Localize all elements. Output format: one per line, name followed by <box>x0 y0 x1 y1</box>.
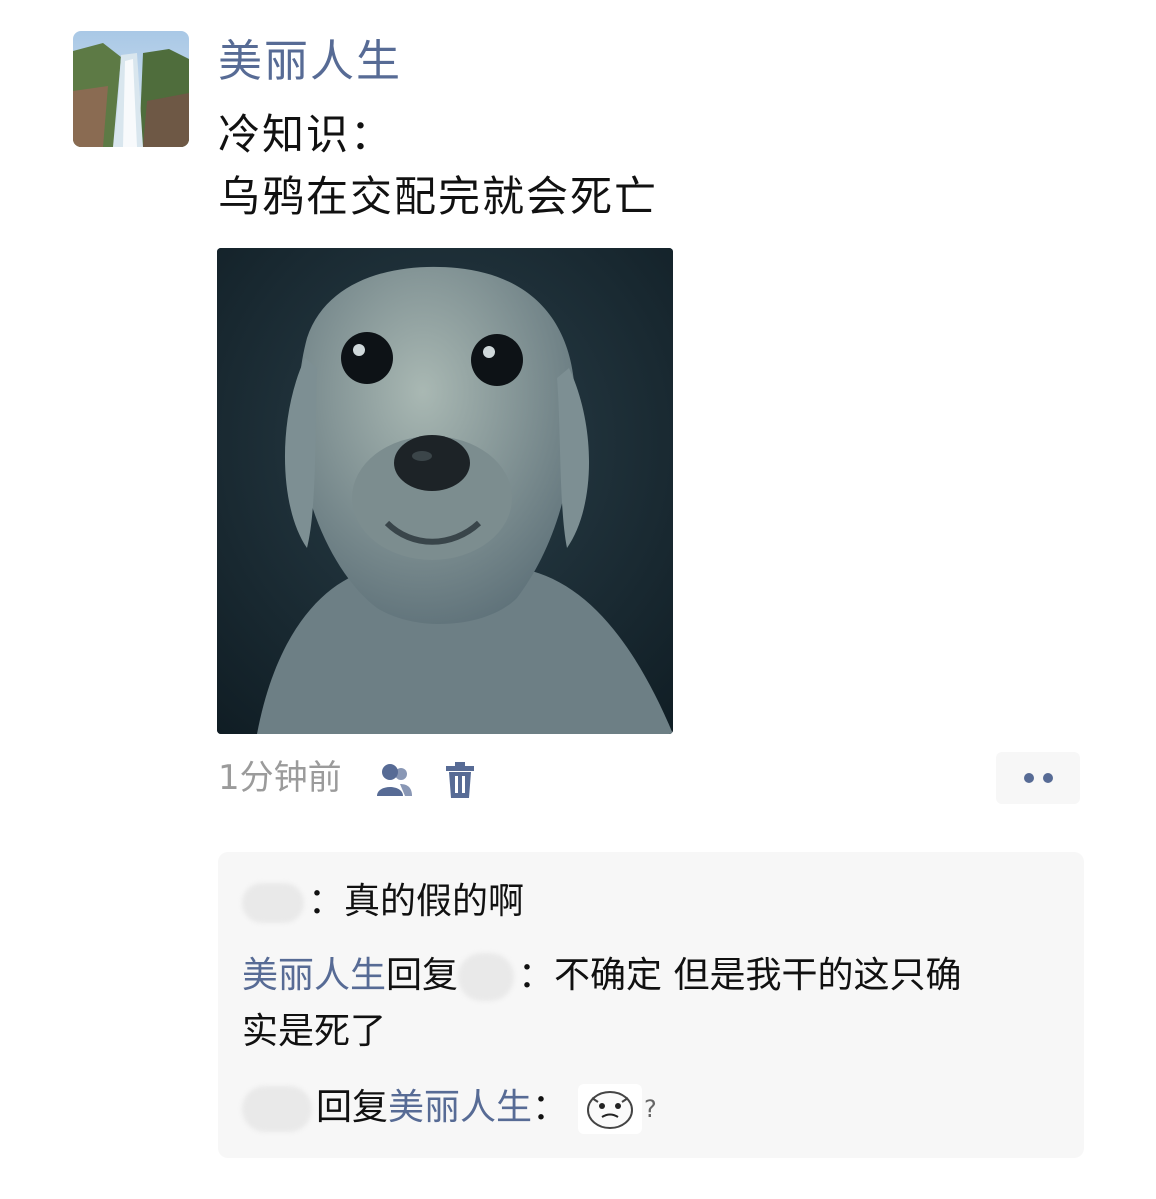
user-group-icon[interactable] <box>374 760 414 800</box>
reply-word: 回复 <box>316 1087 389 1128</box>
comment-text: ：不确定 但是我干的这只确 <box>518 955 962 996</box>
sticker-emoji[interactable] <box>578 1084 643 1134</box>
more-button[interactable] <box>996 752 1080 804</box>
comments-panel: ：真的假的啊 美丽人生回复 ：不确定 但是我干的这只确 实是死了 回复美丽人生：? <box>218 852 1084 1158</box>
post-image[interactable] <box>217 248 673 734</box>
redacted-username <box>242 1086 312 1132</box>
post-text: 冷知识： 乌鸦在交配完就会死亡 <box>218 104 658 228</box>
trash-icon[interactable] <box>442 760 482 800</box>
redacted-username <box>458 953 515 1001</box>
avatar[interactable] <box>73 31 189 147</box>
reply-word: 回复 <box>386 955 459 996</box>
question-mark: ? <box>644 1095 657 1123</box>
comment-item[interactable]: ：真的假的啊 <box>242 874 524 930</box>
post-author-name[interactable]: 美丽人生 <box>218 34 402 90</box>
comment-text: ：真的假的啊 <box>308 881 525 922</box>
post-timestamp: 1分钟前 <box>218 758 342 798</box>
post-text-line: 乌鸦在交配完就会死亡 <box>218 172 659 221</box>
comment-text: ： <box>532 1087 569 1128</box>
post-text-line: 冷知识： <box>218 110 395 159</box>
comment-item[interactable]: 回复美丽人生：? <box>242 1080 657 1137</box>
redacted-username <box>242 883 304 923</box>
comment-text-continued: 实是死了 <box>242 1011 387 1052</box>
reply-target[interactable]: 美丽人生 <box>388 1087 532 1128</box>
more-dots-icon <box>1042 773 1053 783</box>
more-dots-icon <box>1023 773 1034 783</box>
comment-author[interactable]: 美丽人生 <box>242 955 386 996</box>
comment-item[interactable]: 美丽人生回复 ：不确定 但是我干的这只确 实是死了 <box>242 948 1062 1060</box>
